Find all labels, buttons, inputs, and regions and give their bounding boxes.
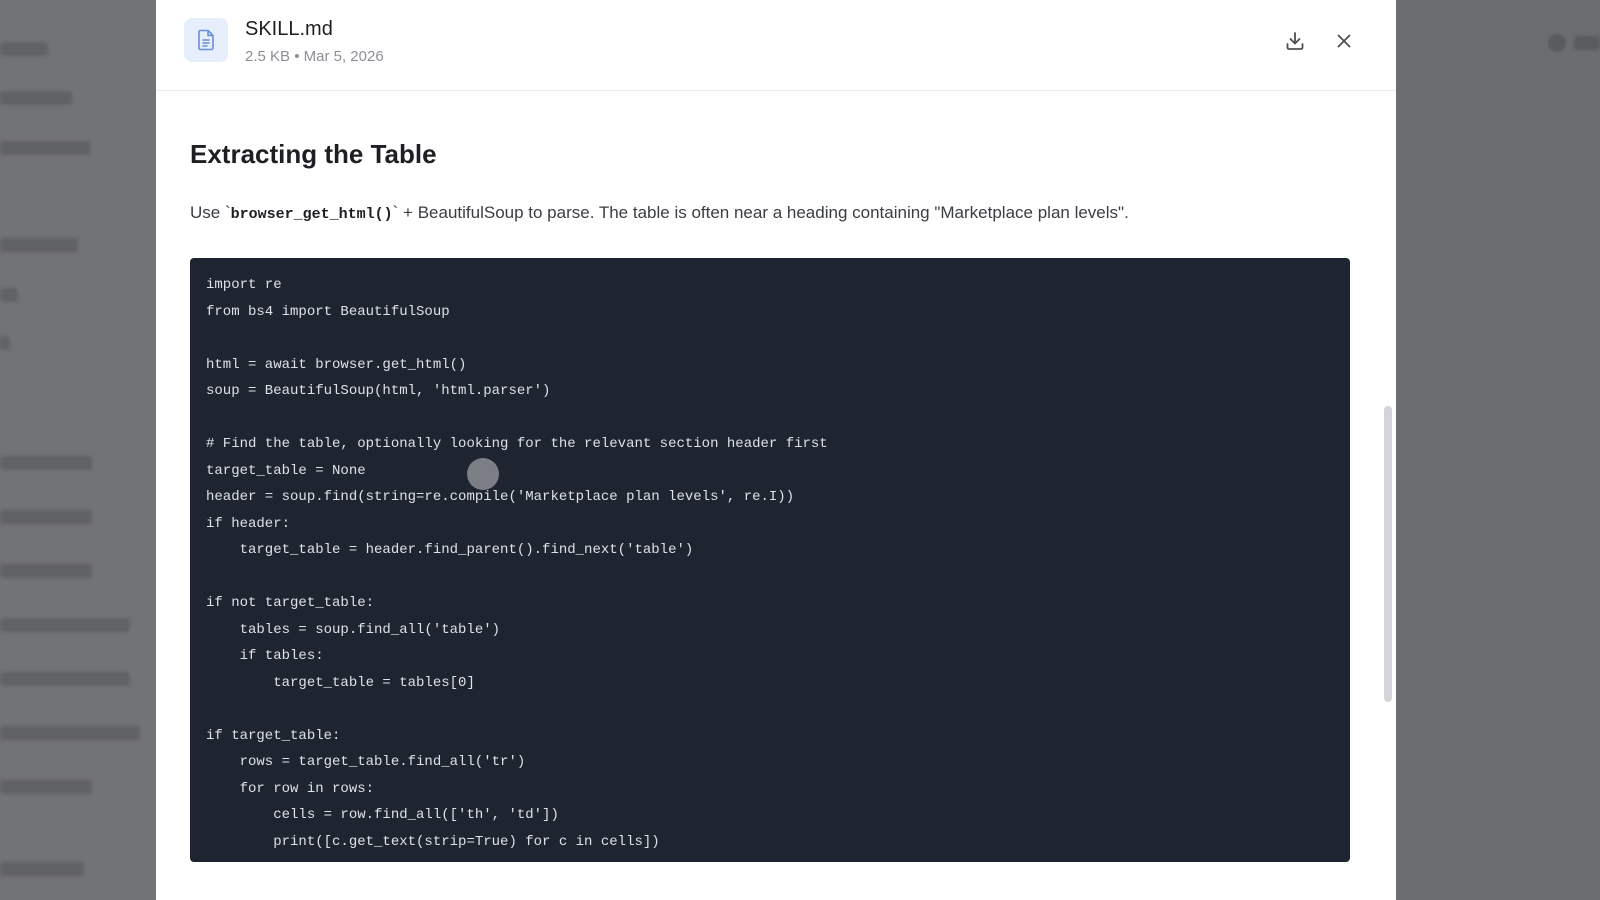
background-sidebar-item bbox=[0, 288, 18, 302]
modal-header: SKILL.md 2.5 KB • Mar 5, 2026 bbox=[156, 0, 1396, 91]
background-sidebar bbox=[0, 0, 156, 900]
file-preview-modal: SKILL.md 2.5 KB • Mar 5, 2026 Extracting… bbox=[156, 0, 1396, 900]
code-block[interactable]: import re from bs4 import BeautifulSoup … bbox=[190, 258, 1350, 862]
background-user-icon bbox=[1548, 34, 1566, 52]
section-paragraph: Use `browser_get_html()` + BeautifulSoup… bbox=[190, 203, 1129, 223]
background-sidebar-item bbox=[0, 862, 84, 876]
paragraph-text: ` + BeautifulSoup to parse. The table is… bbox=[392, 203, 1129, 222]
background-sidebar-item bbox=[0, 564, 92, 578]
background-sidebar-item bbox=[0, 618, 130, 632]
download-icon bbox=[1286, 32, 1304, 50]
background-right-panel bbox=[1396, 0, 1600, 900]
paragraph-text: Use ` bbox=[190, 203, 231, 222]
inline-code: browser_get_html() bbox=[230, 206, 393, 223]
background-sidebar-item bbox=[0, 336, 10, 350]
close-button[interactable] bbox=[1329, 26, 1359, 56]
file-icon bbox=[184, 18, 228, 62]
scrollbar-thumb[interactable] bbox=[1384, 406, 1392, 702]
document-content: Extracting the Table Use `browser_get_ht… bbox=[190, 91, 1350, 900]
background-sidebar-item bbox=[0, 91, 72, 105]
close-icon bbox=[1337, 34, 1351, 48]
background-sidebar-item bbox=[0, 672, 130, 686]
background-sidebar-item bbox=[0, 238, 78, 252]
file-name: SKILL.md bbox=[245, 18, 333, 40]
background-label bbox=[1574, 36, 1600, 50]
background-sidebar-item bbox=[0, 726, 140, 740]
file-meta: 2.5 KB • Mar 5, 2026 bbox=[245, 48, 384, 65]
background-sidebar-item bbox=[0, 141, 90, 155]
background-sidebar-item bbox=[0, 456, 92, 470]
background-sidebar-item bbox=[0, 42, 48, 56]
background-sidebar-item bbox=[0, 510, 92, 524]
section-heading: Extracting the Table bbox=[190, 139, 437, 169]
code-text: import re from bs4 import BeautifulSoup … bbox=[206, 277, 828, 850]
download-button[interactable] bbox=[1280, 26, 1310, 56]
background-sidebar-item bbox=[0, 780, 92, 794]
